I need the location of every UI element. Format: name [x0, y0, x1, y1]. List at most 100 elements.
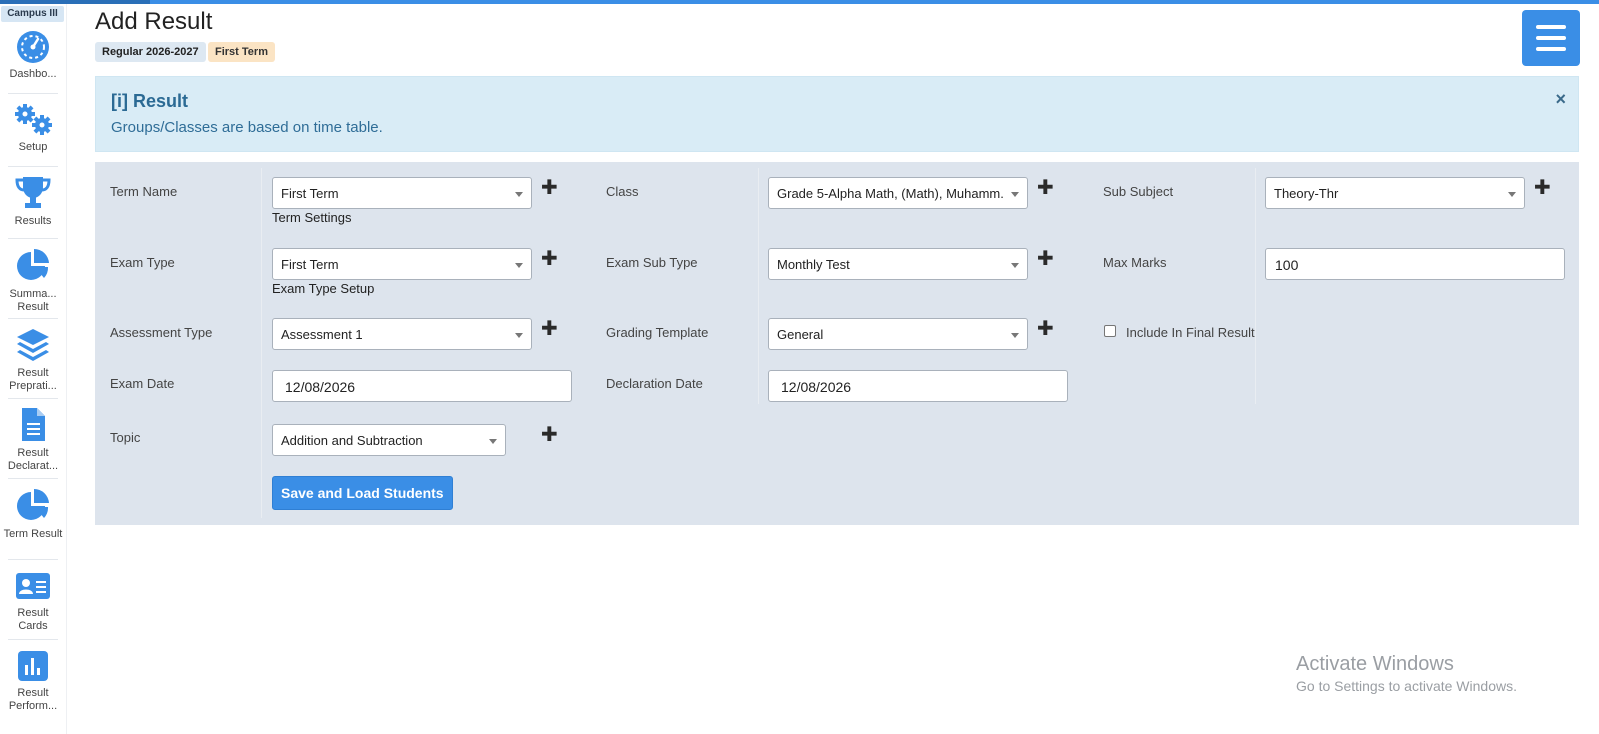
sidebar-divider: [8, 478, 58, 479]
sidebar-divider: [8, 559, 58, 560]
add-term-button[interactable]: ✚: [541, 178, 558, 198]
exam-sub-type-label: Exam Sub Type: [606, 255, 698, 270]
top-accent-bar: [0, 0, 1599, 4]
sidebar-item-label: Result Perform...: [8, 687, 58, 712]
add-sub-subject-button[interactable]: ✚: [1534, 178, 1551, 198]
sidebar-item-term-result[interactable]: Term Result: [0, 488, 66, 541]
caret-down-icon: [1011, 192, 1019, 197]
sidebar-item-setup[interactable]: Setup: [0, 103, 66, 154]
exam-sub-type-select[interactable]: Monthly Test: [768, 248, 1028, 280]
selected-value: First Term: [281, 186, 339, 201]
selected-value: General: [777, 327, 824, 342]
selected-value: Theory-Thr: [1274, 186, 1339, 201]
session-badge: Regular 2026-2027: [95, 42, 206, 62]
result-form: Term Name First Term ✚ Term Settings Cla…: [95, 162, 1579, 525]
bar-chart-icon: [18, 651, 48, 681]
sidebar-divider: [8, 639, 58, 640]
sidebar-item-result-performance[interactable]: Result Perform...: [0, 649, 66, 713]
exam-date-input[interactable]: 12/08/2026: [272, 370, 572, 402]
exam-type-label: Exam Type: [110, 255, 175, 270]
input-value: 100: [1275, 257, 1299, 273]
class-select[interactable]: Grade 5-Alpha Math, (Math), Muhamm...: [768, 177, 1028, 209]
sidebar-item-label: Term Result: [3, 528, 63, 540]
exam-type-setup-link[interactable]: Exam Type Setup: [272, 281, 374, 296]
assessment-type-select[interactable]: Assessment 1: [272, 318, 532, 350]
add-exam-type-button[interactable]: ✚: [541, 249, 558, 269]
sidebar-item-label: Setup: [18, 141, 48, 153]
close-icon[interactable]: ×: [1555, 89, 1566, 110]
document-icon: [22, 408, 45, 441]
add-assessment-type-button[interactable]: ✚: [541, 319, 558, 339]
sidebar-divider: [8, 93, 58, 94]
sidebar-divider: [8, 318, 58, 319]
sidebar-item-label: Results: [14, 215, 52, 227]
activate-windows-watermark: Activate Windows: [1296, 653, 1454, 675]
caret-down-icon: [1011, 263, 1019, 268]
caret-down-icon: [515, 263, 523, 268]
alert-message: Groups/Classes are based on time table.: [111, 119, 383, 136]
caret-down-icon: [515, 192, 523, 197]
page-title: Add Result: [95, 8, 213, 35]
declaration-date-input[interactable]: 12/08/2026: [768, 370, 1068, 402]
alert-title: [i] Result: [111, 91, 189, 111]
exam-date-label: Exam Date: [110, 376, 175, 391]
add-class-button[interactable]: ✚: [1037, 178, 1054, 198]
sidebar-item-results[interactable]: Results: [0, 175, 66, 228]
grading-template-select[interactable]: General: [768, 318, 1028, 350]
caret-down-icon: [1011, 333, 1019, 338]
selected-value: Assessment 1: [281, 327, 363, 342]
caret-down-icon: [515, 333, 523, 338]
include-final-result-label: Include In Final Result: [1126, 325, 1255, 340]
include-final-result-checkbox[interactable]: [1104, 325, 1116, 337]
hamburger-icon-line: [1536, 36, 1566, 40]
save-and-load-students-button[interactable]: Save and Load Students: [272, 476, 453, 510]
column-divider: [758, 168, 759, 404]
sidebar-item-result-preparation[interactable]: Result Preprati...: [0, 327, 66, 393]
sidebar-item-label: Dashbo...: [9, 68, 57, 80]
sidebar-divider: [8, 238, 58, 239]
assessment-type-label: Assessment Type: [110, 325, 213, 340]
sidebar-divider: [8, 166, 58, 167]
sidebar-item-label: Summa... Result: [9, 288, 57, 313]
term-name-select[interactable]: First Term: [272, 177, 532, 209]
sidebar-item-result-declaration[interactable]: Result Declarat...: [0, 407, 66, 473]
hamburger-icon-line: [1536, 25, 1566, 29]
sidebar-item-label: Result Declarat...: [7, 447, 59, 472]
campus-badge[interactable]: Campus III: [1, 6, 64, 22]
grading-template-label: Grading Template: [606, 325, 709, 340]
gears-icon: [15, 104, 52, 135]
id-card-icon: [16, 573, 50, 599]
add-grading-template-button[interactable]: ✚: [1037, 319, 1054, 339]
add-topic-button[interactable]: ✚: [541, 425, 558, 445]
sidebar-item-summary-result[interactable]: Summa... Result: [0, 248, 66, 314]
trophy-icon: [15, 177, 51, 208]
speedometer-icon: [17, 31, 49, 63]
pie-chart-icon: [17, 488, 49, 520]
term-name-label: Term Name: [110, 184, 178, 199]
activate-windows-hint: Go to Settings to activate Windows.: [1296, 678, 1517, 694]
caret-down-icon: [489, 439, 497, 444]
sidebar-item-result-cards[interactable]: Result Cards: [0, 569, 66, 633]
class-label: Class: [606, 184, 639, 199]
selected-value: Monthly Test: [777, 257, 850, 272]
topic-label: Topic: [110, 430, 141, 445]
sidebar-item-dashboard[interactable]: Dashbo...: [0, 30, 66, 81]
exam-type-select[interactable]: First Term: [272, 248, 532, 280]
caret-down-icon: [1508, 192, 1516, 197]
max-marks-input[interactable]: 100: [1265, 248, 1565, 280]
selected-value: Grade 5-Alpha Math, (Math), Muhamm...: [777, 186, 1005, 201]
max-marks-label: Max Marks: [1103, 255, 1167, 270]
input-value: 12/08/2026: [285, 379, 356, 395]
sidebar-divider: [8, 398, 58, 399]
term-settings-link[interactable]: Term Settings: [272, 210, 351, 225]
sub-subject-select[interactable]: Theory-Thr: [1265, 177, 1525, 209]
menu-toggle-button[interactable]: [1522, 10, 1580, 66]
selected-value: First Term: [281, 257, 339, 272]
sidebar-item-label: Result Preprati...: [9, 367, 57, 392]
column-divider: [1255, 168, 1256, 404]
topic-select[interactable]: Addition and Subtraction: [272, 424, 506, 456]
add-exam-sub-type-button[interactable]: ✚: [1037, 249, 1054, 269]
sidebar-item-label: Result Cards: [17, 607, 49, 632]
hamburger-icon-line: [1536, 47, 1566, 51]
sub-subject-label: Sub Subject: [1103, 184, 1174, 199]
